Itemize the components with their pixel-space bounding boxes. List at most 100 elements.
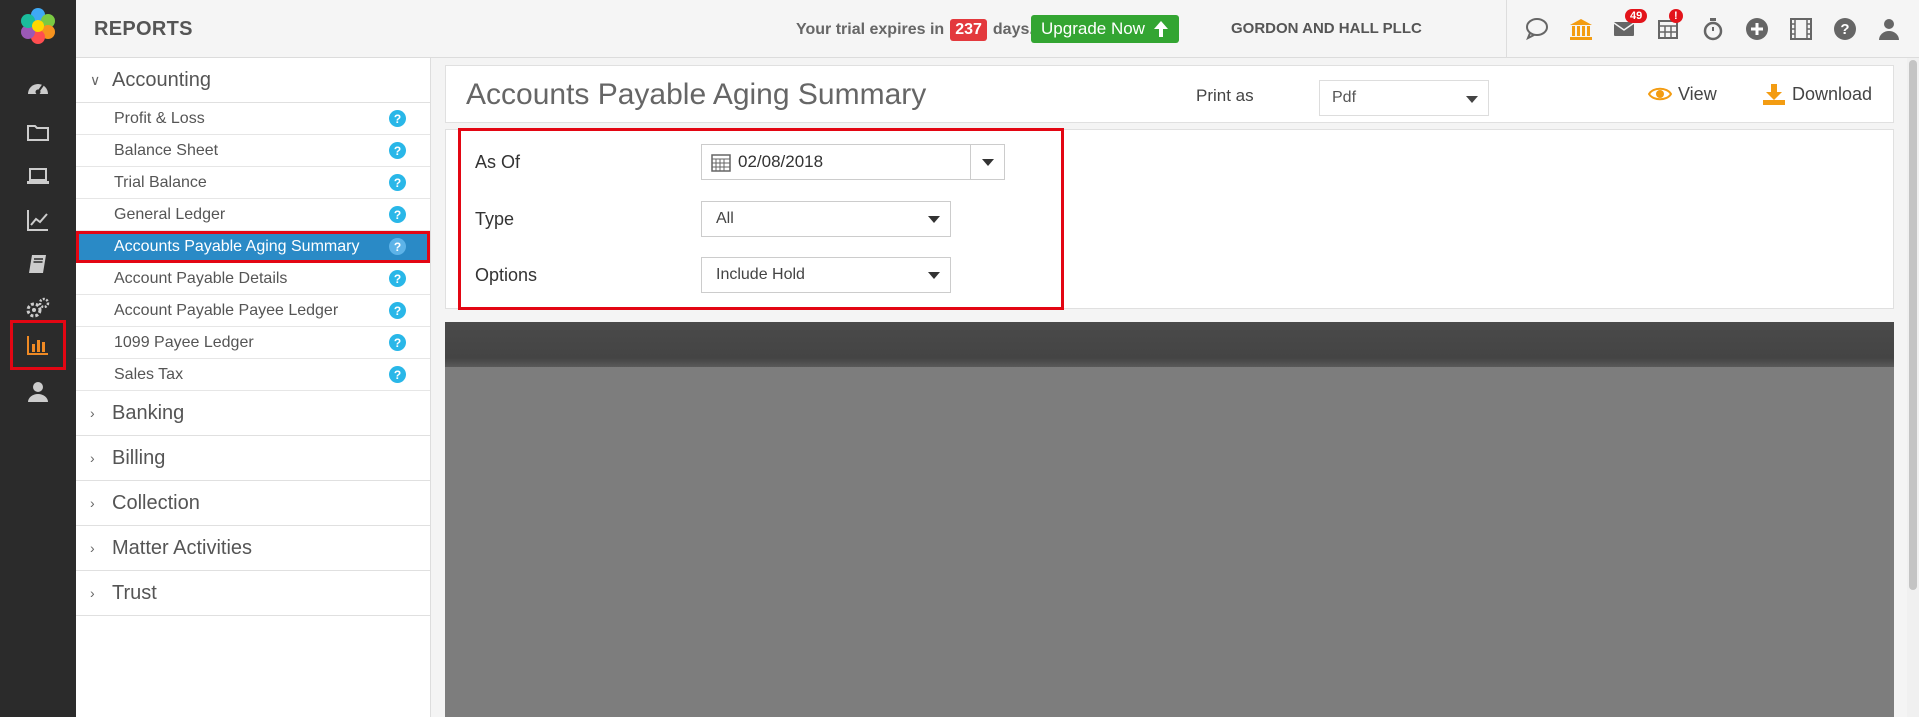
help-circle-icon[interactable]: ? [389, 238, 406, 255]
group-matter-activities[interactable]: › Matter Activities [76, 526, 430, 571]
as-of-label: As Of [475, 152, 521, 172]
mail-icon[interactable]: 49 [1609, 9, 1648, 45]
view-button[interactable]: View [1648, 83, 1717, 105]
download-icon [1763, 84, 1785, 105]
book-icon[interactable] [18, 244, 58, 284]
bar-chart-icon[interactable] [10, 320, 66, 370]
type-select[interactable]: All [701, 201, 951, 237]
laptop-icon[interactable] [18, 156, 58, 196]
page-scrollbar[interactable] [1907, 58, 1919, 717]
report-header-card: Accounts Payable Aging Summary Print as … [445, 65, 1894, 123]
calendar-small-icon [711, 154, 731, 172]
help-circle-icon[interactable]: ? [389, 206, 406, 223]
report-item-trial-balance[interactable]: Trial Balance ? [76, 167, 430, 199]
report-item-label: General Ledger [114, 205, 226, 223]
as-of-date-value: 02/08/2018 [738, 152, 824, 171]
filter-panel: As Of 02/08/2018 Type All Options Includ… [445, 128, 1894, 310]
firm-name: GORDON AND HALL PLLC [1231, 20, 1422, 37]
options-label: Options [475, 265, 538, 285]
help-icon[interactable]: ? [1829, 13, 1861, 45]
report-item-label: Account Payable Details [114, 269, 288, 287]
chat-icon[interactable] [1521, 13, 1553, 45]
viewer-toolbar [445, 322, 1894, 367]
caret-down-icon [928, 272, 940, 279]
group-label: Trust [112, 581, 157, 604]
dashboard-icon[interactable] [18, 68, 58, 108]
trial-suffix: days. [992, 21, 1034, 38]
header-icons: 49 ! ? [1506, 0, 1919, 58]
group-billing[interactable]: › Billing [76, 436, 430, 481]
top-header: REPORTS Your trial expires in 237 days. … [76, 0, 1919, 58]
report-item-ap-aging-summary[interactable]: Accounts Payable Aging Summary ? [76, 231, 430, 263]
report-item-ap-payee-ledger[interactable]: Account Payable Payee Ledger ? [76, 295, 430, 327]
svg-text:?: ? [1840, 21, 1849, 38]
report-item-balance-sheet[interactable]: Balance Sheet ? [76, 135, 430, 167]
trial-notice: Your trial expires in 237 days. [796, 19, 1034, 41]
report-item-label: Sales Tax [114, 365, 184, 383]
folder-icon[interactable] [18, 112, 58, 152]
plus-circle-icon[interactable] [1741, 13, 1773, 45]
chart-line-icon[interactable] [18, 200, 58, 240]
help-circle-icon[interactable]: ? [389, 302, 406, 319]
arrow-up-icon [1153, 21, 1168, 37]
chevron-right-icon: › [90, 405, 95, 421]
options-select[interactable]: Include Hold [701, 257, 951, 293]
print-format-value: Pdf [1332, 89, 1357, 106]
chevron-right-icon: › [90, 540, 95, 556]
report-item-profit-loss[interactable]: Profit & Loss ? [76, 103, 430, 135]
report-item-label: Accounts Payable Aging Summary [114, 237, 360, 255]
report-item-label: Trial Balance [114, 173, 207, 191]
help-circle-icon[interactable]: ? [389, 366, 406, 383]
type-value: All [716, 210, 734, 227]
report-item-label: Account Payable Payee Ledger [114, 301, 339, 319]
group-label: Billing [112, 446, 166, 469]
group-trust[interactable]: › Trust [76, 571, 430, 616]
help-circle-icon[interactable]: ? [389, 142, 406, 159]
calendar-icon[interactable]: ! [1653, 9, 1685, 45]
report-item-general-ledger[interactable]: General Ledger ? [76, 199, 430, 231]
chevron-right-icon: › [90, 495, 95, 511]
print-as-label: Print as [1196, 86, 1254, 105]
scrollbar-thumb[interactable] [1909, 60, 1917, 590]
date-dropdown-toggle[interactable] [970, 145, 1004, 179]
report-item-ap-details[interactable]: Account Payable Details ? [76, 263, 430, 295]
print-format-select[interactable]: Pdf [1319, 80, 1489, 116]
film-icon[interactable] [1785, 13, 1817, 45]
profile-icon[interactable] [1873, 13, 1905, 45]
group-label: Collection [112, 491, 200, 514]
download-button[interactable]: Download [1762, 83, 1872, 105]
caret-down-icon [928, 216, 940, 223]
eye-icon [1648, 87, 1672, 101]
group-collection[interactable]: › Collection [76, 481, 430, 526]
view-label: View [1678, 83, 1717, 104]
report-item-sales-tax[interactable]: Sales Tax ? [76, 359, 430, 391]
report-item-label: Profit & Loss [114, 109, 205, 127]
group-accounting[interactable]: ∨ Accounting [76, 58, 430, 103]
type-label: Type [475, 209, 515, 229]
bank-icon[interactable] [1565, 13, 1597, 45]
help-circle-icon[interactable]: ? [389, 174, 406, 191]
stopwatch-icon[interactable] [1697, 13, 1729, 45]
chevron-right-icon: › [90, 585, 95, 601]
report-viewer[interactable] [445, 322, 1894, 717]
section-title: REPORTS [94, 18, 193, 40]
user-icon[interactable] [18, 372, 58, 412]
chevron-down-icon: ∨ [90, 72, 101, 88]
report-item-label: 1099 Payee Ledger [114, 333, 254, 351]
group-banking[interactable]: › Banking [76, 391, 430, 436]
report-item-1099-payee-ledger[interactable]: 1099 Payee Ledger ? [76, 327, 430, 359]
as-of-date-field[interactable]: 02/08/2018 [701, 144, 1005, 180]
caret-down-icon [981, 158, 994, 166]
trial-prefix: Your trial expires in [796, 21, 945, 38]
report-main: Accounts Payable Aging Summary Print as … [431, 58, 1919, 717]
group-label: Matter Activities [112, 536, 253, 559]
upgrade-now-button[interactable]: Upgrade Now [1031, 15, 1179, 43]
help-circle-icon[interactable]: ? [389, 334, 406, 351]
app-logo[interactable] [18, 6, 58, 46]
chevron-right-icon: › [90, 450, 95, 466]
filter-highlight: As Of 02/08/2018 Type All Options Includ… [458, 128, 1064, 310]
help-circle-icon[interactable]: ? [389, 110, 406, 127]
group-label: Banking [112, 401, 185, 424]
help-circle-icon[interactable]: ? [389, 270, 406, 287]
upgrade-label: Upgrade Now [1041, 19, 1145, 38]
